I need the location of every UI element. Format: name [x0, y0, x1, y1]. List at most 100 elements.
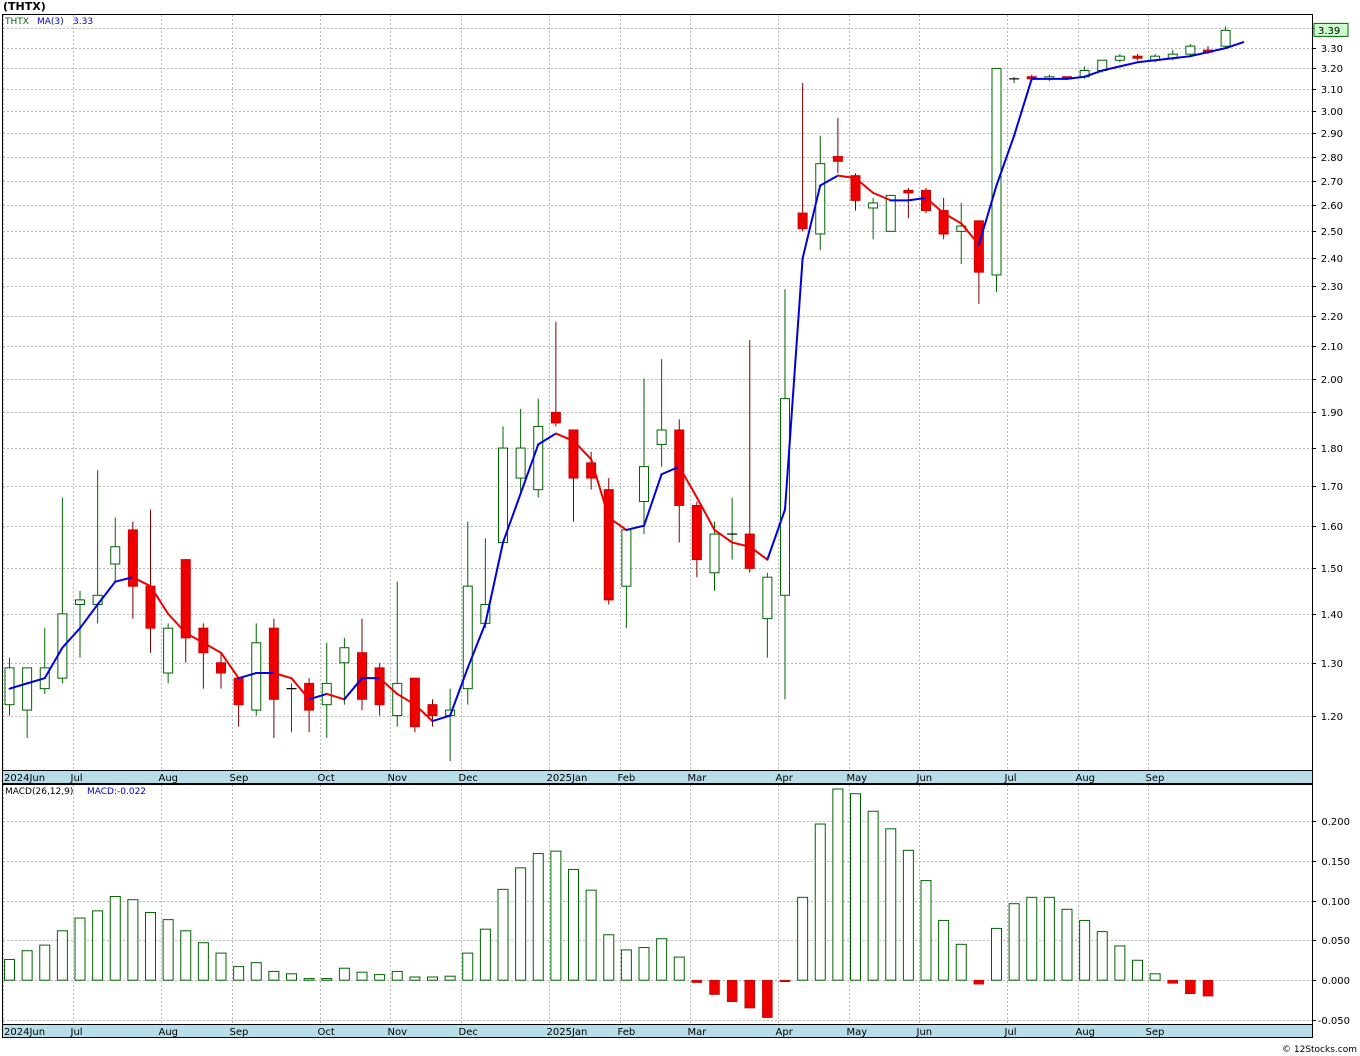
- macd-bar: [303, 978, 315, 981]
- macd-bar: [1096, 931, 1108, 981]
- candle-body: [339, 647, 350, 664]
- price-y-tick-label: 1.30: [1321, 659, 1343, 670]
- macd-bar: [4, 958, 15, 981]
- macd-x-tick-label: Sep: [1146, 1027, 1165, 1038]
- price-y-tick-label: 1.40: [1321, 610, 1343, 621]
- candle-body: [374, 667, 385, 706]
- candle-body: [110, 546, 121, 565]
- macd-bar: [268, 970, 280, 981]
- price-panel: [2, 14, 1313, 771]
- macd-bar: [603, 934, 615, 981]
- candle-body: [163, 627, 174, 674]
- price-y-tick-label: 1.50: [1321, 564, 1343, 575]
- macd-x-tick-label: Mar: [688, 1027, 708, 1038]
- candle-body: [233, 677, 244, 706]
- macd-bar: [1132, 959, 1143, 981]
- macd-bar: [991, 927, 1002, 981]
- price-y-tick-label: 1.20: [1321, 712, 1343, 723]
- candle-body: [498, 447, 508, 543]
- price-x-tick-label: Jun: [916, 773, 933, 784]
- macd-bar: [286, 973, 297, 981]
- macd-x-tick-label: Nov: [388, 1027, 408, 1038]
- price-x-tick-label: Sep: [230, 773, 249, 784]
- macd-panel: [2, 784, 1313, 1025]
- candle-body: [22, 667, 33, 711]
- candle-body: [515, 447, 526, 479]
- macd-y-tick-label: 0.000: [1321, 976, 1350, 987]
- candle-body: [744, 533, 755, 569]
- price-y-tick-label: 3.00: [1321, 107, 1343, 118]
- candle-body: [639, 466, 649, 502]
- macd-bar: [920, 880, 932, 981]
- macd-bar: [532, 853, 544, 981]
- price-y-tick-label: 3.30: [1321, 44, 1343, 55]
- price-x-tick-label: Feb: [618, 773, 636, 784]
- price-y-tick-label: 1.80: [1321, 444, 1343, 455]
- macd-bar: [691, 979, 703, 983]
- last-price-label: 3.39: [1318, 26, 1340, 37]
- macd-bar: [374, 974, 386, 981]
- macd-bar: [479, 928, 491, 981]
- price-y-tick-label: 1.70: [1321, 482, 1343, 493]
- macd-bar: [814, 823, 826, 981]
- price-x-tick-label: 2025Jan: [547, 773, 588, 784]
- macd-bar: [762, 979, 773, 1018]
- macd-bar: [1061, 908, 1073, 981]
- price-y-tick-label: 2.70: [1321, 177, 1343, 188]
- macd-bar: [1079, 919, 1091, 981]
- macd-bar: [568, 868, 579, 981]
- macd-bar: [233, 966, 245, 981]
- candle-body: [427, 704, 438, 717]
- footer-credit: © 12Stocks.com: [1282, 1045, 1357, 1055]
- macd-bar: [709, 979, 720, 995]
- macd-x-tick-label: Feb: [618, 1027, 636, 1038]
- candle-body: [656, 429, 667, 445]
- price-x-tick-label: Dec: [459, 773, 478, 784]
- macd-legend-name: MACD(26,12,9): [5, 787, 73, 797]
- macd-bar: [145, 911, 156, 981]
- price-y-tick-label: 2.00: [1321, 375, 1343, 386]
- macd-bar: [1185, 979, 1196, 994]
- price-y-tick-label: 3.20: [1321, 64, 1343, 75]
- macd-y-tick-label: 0.050: [1321, 936, 1350, 947]
- macd-bar: [550, 850, 562, 981]
- candle-body: [180, 559, 191, 639]
- candle-body: [550, 411, 561, 424]
- price-x-tick-label: Sep: [1146, 773, 1165, 784]
- macd-y-tick-label: -0.050: [1318, 1016, 1350, 1027]
- macd-bar: [162, 919, 174, 981]
- candle-body: [832, 156, 843, 162]
- price-y-tick-label: 2.10: [1321, 342, 1343, 353]
- macd-bar: [955, 943, 967, 981]
- price-y-tick-label: 2.30: [1321, 282, 1343, 293]
- macd-bar: [902, 849, 914, 981]
- candle-body: [973, 220, 984, 273]
- macd-bar: [409, 976, 421, 981]
- macd-bar: [744, 979, 755, 1009]
- candle-body: [762, 576, 773, 620]
- macd-y-tick-label: 0.150: [1321, 857, 1350, 868]
- macd-bar: [1026, 896, 1038, 981]
- macd-bar: [427, 976, 438, 981]
- macd-bar: [338, 967, 350, 981]
- macd-bar: [321, 978, 333, 981]
- price-x-tick-label: Aug: [159, 773, 179, 784]
- candle-body: [1114, 55, 1125, 61]
- candle-body: [533, 425, 544, 491]
- candle-body: [268, 627, 279, 700]
- macd-x-axis-band: [2, 1024, 1313, 1038]
- macd-bar: [391, 970, 403, 981]
- macd-x-tick-label: Aug: [1076, 1027, 1096, 1038]
- candle-body: [4, 667, 15, 706]
- macd-bar: [109, 896, 121, 981]
- candle-body: [868, 202, 879, 209]
- price-y-tick-label: 1.60: [1321, 522, 1343, 533]
- macd-legend-value: MACD:-0.022: [87, 787, 146, 797]
- macd-x-tick-label: Oct: [318, 1027, 335, 1038]
- candle-body: [568, 429, 579, 479]
- macd-bar: [1149, 973, 1161, 981]
- macd-bar: [56, 930, 68, 981]
- candle-body: [991, 67, 1002, 276]
- macd-bar: [180, 930, 192, 981]
- macd-x-tick-label: 2024Jun: [4, 1027, 45, 1038]
